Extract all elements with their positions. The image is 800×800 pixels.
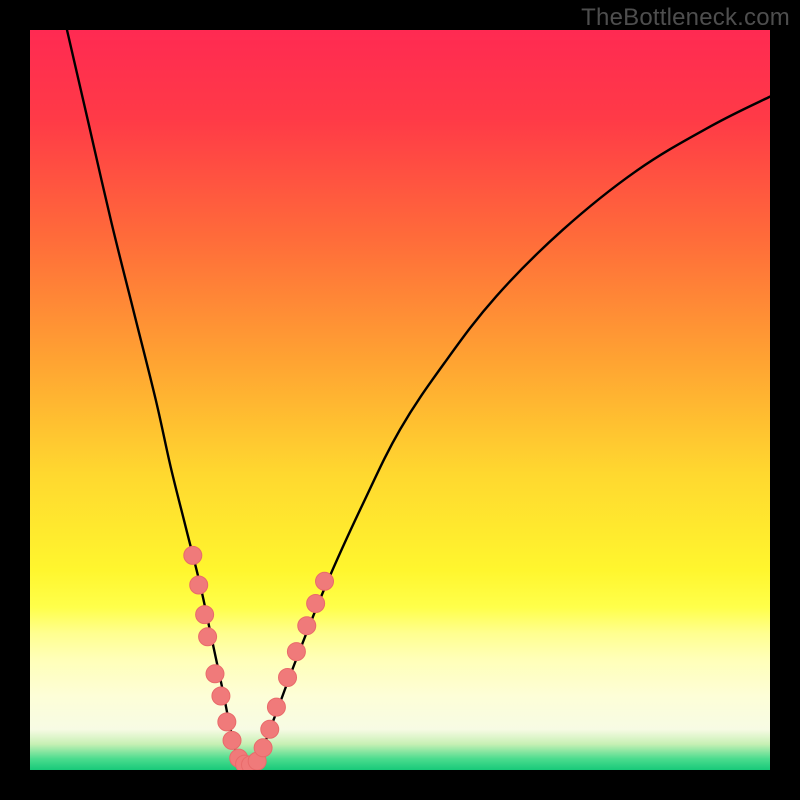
curve-marker [218, 713, 236, 731]
chart-frame: TheBottleneck.com [0, 0, 800, 800]
curve-marker [212, 687, 230, 705]
curve-marker [287, 643, 305, 661]
curve-marker [267, 698, 285, 716]
plot-area [30, 30, 770, 770]
watermark-text: TheBottleneck.com [581, 4, 790, 32]
curve-layer [30, 30, 770, 770]
bottleneck-curve [67, 30, 770, 766]
curve-marker [190, 576, 208, 594]
curve-marker [254, 739, 272, 757]
curve-marker [261, 720, 279, 738]
curve-marker [184, 546, 202, 564]
curve-marker [223, 731, 241, 749]
curve-marker [316, 572, 334, 590]
curve-markers [184, 546, 334, 770]
curve-marker [206, 665, 224, 683]
curve-marker [279, 669, 297, 687]
curve-marker [307, 595, 325, 613]
curve-marker [196, 606, 214, 624]
curve-marker [298, 617, 316, 635]
curve-marker [199, 628, 217, 646]
